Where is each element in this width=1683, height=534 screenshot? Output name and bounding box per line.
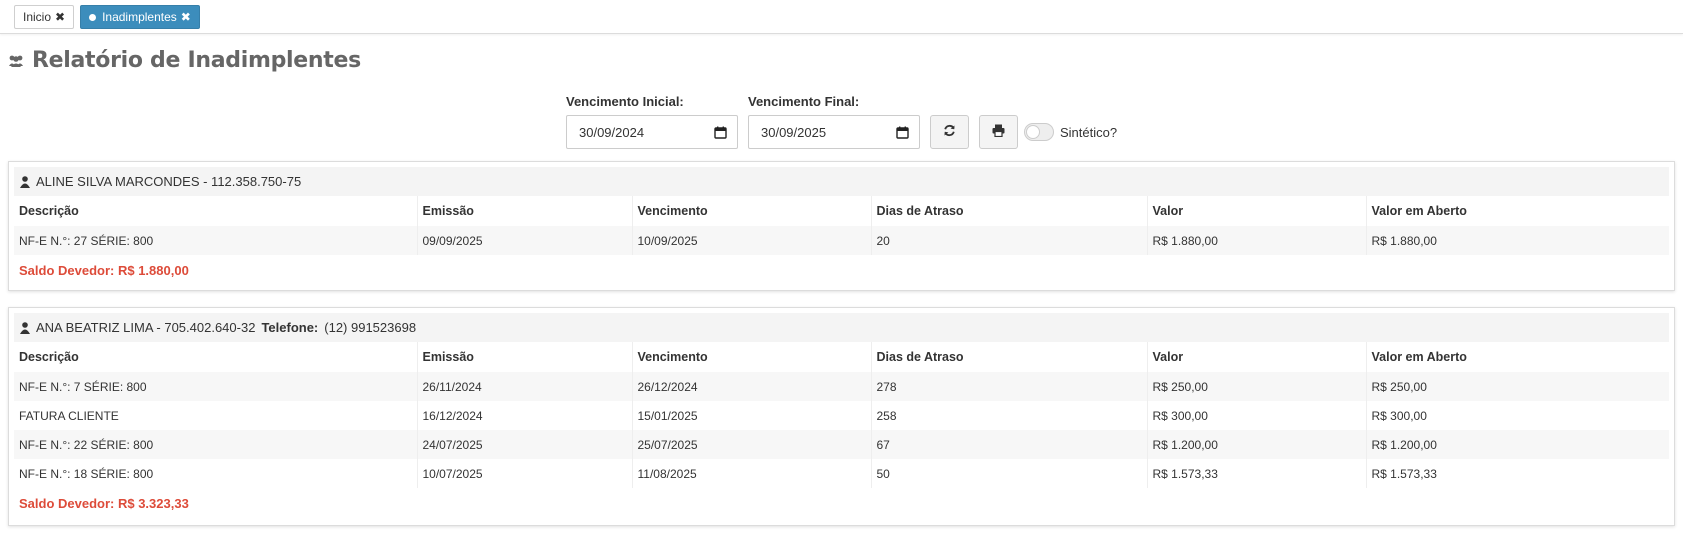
end-date-input[interactable]: 30/09/2025 xyxy=(748,115,920,149)
refresh-icon xyxy=(943,124,956,140)
cell: 26/12/2024 xyxy=(632,372,872,401)
active-dot-icon xyxy=(89,13,97,21)
page-header: Relatório de Inadimplentes xyxy=(8,48,361,73)
refresh-button[interactable] xyxy=(930,115,969,149)
cell: R$ 1.880,00 xyxy=(1147,226,1367,255)
saldo-devedor: Saldo Devedor: R$ 1.880,00 xyxy=(19,263,189,278)
tab-inicio[interactable]: Inicio ✖ xyxy=(14,5,75,29)
client-header: ALINE SILVA MARCONDES - 112.358.750-75 xyxy=(14,167,1669,196)
cell: R$ 1.200,00 xyxy=(1147,430,1367,459)
end-date-group: Vencimento Final: 30/09/2025 xyxy=(748,94,920,149)
table-row: NF-E N.°: 22 SÉRIE: 800 24/07/2025 25/07… xyxy=(14,430,1669,459)
end-date-value: 30/09/2025 xyxy=(761,124,827,140)
cell: R$ 1.880,00 xyxy=(1366,226,1669,255)
toggle-knob xyxy=(1026,125,1040,139)
invoice-table: Descrição Emissão Vencimento Dias de Atr… xyxy=(14,196,1669,255)
cell: NF-E N.°: 18 SÉRIE: 800 xyxy=(14,459,418,488)
tab-label: Inadimplentes xyxy=(102,10,177,24)
cell: 24/07/2025 xyxy=(417,430,633,459)
cell: 10/07/2025 xyxy=(417,459,633,488)
client-card: ANA BEATRIZ LIMA - 705.402.640-32 Telefo… xyxy=(8,307,1675,526)
cell: 278 xyxy=(871,372,1148,401)
cell: R$ 1.573,33 xyxy=(1147,459,1367,488)
table-header-row: Descrição Emissão Vencimento Dias de Atr… xyxy=(14,196,1669,226)
user-icon xyxy=(20,321,30,334)
column-header: Valor em Aberto xyxy=(1371,350,1467,364)
print-button[interactable] xyxy=(979,115,1018,149)
cell: 15/01/2025 xyxy=(632,401,872,430)
table-row: NF-E N.°: 7 SÉRIE: 800 26/11/2024 26/12/… xyxy=(14,372,1669,401)
close-icon[interactable]: ✖ xyxy=(55,10,65,24)
phone-label: Telefone: xyxy=(261,320,319,335)
column-header: Valor xyxy=(1147,196,1367,226)
cell: 16/12/2024 xyxy=(417,401,633,430)
client-name: ANA BEATRIZ LIMA - 705.402.640-32 xyxy=(36,320,256,335)
tab-label: Inicio xyxy=(23,10,52,24)
column-header: Dias de Atraso xyxy=(871,196,1148,226)
client-card: ALINE SILVA MARCONDES - 112.358.750-75 D… xyxy=(8,161,1675,291)
filter-bar: Vencimento Inicial: 30/09/2024 Venciment… xyxy=(566,94,1117,149)
column-header: Valor xyxy=(1147,342,1367,372)
user-icon xyxy=(20,175,30,188)
column-header: Emissão xyxy=(417,342,633,372)
print-icon xyxy=(992,124,1005,140)
cell: NF-E N.°: 27 SÉRIE: 800 xyxy=(14,226,418,255)
column-header: Descrição xyxy=(14,196,418,226)
column-header: Dias de Atraso xyxy=(871,342,1148,372)
cell: 25/07/2025 xyxy=(632,430,872,459)
phone-value: (12) 991523698 xyxy=(324,320,417,335)
cell: 26/11/2024 xyxy=(417,372,633,401)
column-header: Vencimento xyxy=(632,196,872,226)
cell: R$ 1.573,33 xyxy=(1366,459,1669,488)
cell: 50 xyxy=(871,459,1148,488)
synthetic-toggle-group: Sintético? xyxy=(1024,115,1117,149)
page-title: Relatório de Inadimplentes xyxy=(32,48,361,73)
table-header-row: Descrição Emissão Vencimento Dias de Atr… xyxy=(14,342,1669,372)
cell: 11/08/2025 xyxy=(632,459,872,488)
cell: 09/09/2025 xyxy=(417,226,633,255)
cell: R$ 1.200,00 xyxy=(1366,430,1669,459)
cell: R$ 300,00 xyxy=(1366,401,1669,430)
tab-inadimplentes[interactable]: Inadimplentes ✖ xyxy=(80,5,200,29)
cell: 258 xyxy=(871,401,1148,430)
cell: R$ 250,00 xyxy=(1366,372,1669,401)
saldo-devedor: Saldo Devedor: R$ 3.323,33 xyxy=(19,496,189,511)
invoice-table: Descrição Emissão Vencimento Dias de Atr… xyxy=(14,342,1669,488)
tab-bar: Inicio ✖ Inadimplentes ✖ xyxy=(0,0,1683,34)
close-icon[interactable]: ✖ xyxy=(181,10,191,24)
start-date-group: Vencimento Inicial: 30/09/2024 xyxy=(566,94,738,149)
calendar-icon[interactable] xyxy=(714,126,727,139)
cell: R$ 300,00 xyxy=(1147,401,1367,430)
column-header: Valor em Aberto xyxy=(1371,204,1467,218)
synthetic-toggle[interactable] xyxy=(1024,123,1054,141)
synthetic-label: Sintético? xyxy=(1060,124,1118,140)
column-header: Emissão xyxy=(417,196,633,226)
client-header: ANA BEATRIZ LIMA - 705.402.640-32 Telefo… xyxy=(14,313,1669,342)
cell: NF-E N.°: 7 SÉRIE: 800 xyxy=(14,372,418,401)
column-header: Vencimento xyxy=(632,342,872,372)
cell: FATURA CLIENTE xyxy=(14,401,418,430)
table-row: NF-E N.°: 27 SÉRIE: 800 09/09/2025 10/09… xyxy=(14,226,1669,255)
client-name: ALINE SILVA MARCONDES - 112.358.750-75 xyxy=(36,174,302,189)
calendar-icon[interactable] xyxy=(896,126,909,139)
start-date-label: Vencimento Inicial: xyxy=(566,94,684,109)
table-row: NF-E N.°: 18 SÉRIE: 800 10/07/2025 11/08… xyxy=(14,459,1669,488)
table-row: FATURA CLIENTE 16/12/2024 15/01/2025 258… xyxy=(14,401,1669,430)
end-date-label: Vencimento Final: xyxy=(748,94,860,109)
cell: 67 xyxy=(871,430,1148,459)
cell: R$ 250,00 xyxy=(1147,372,1367,401)
users-icon xyxy=(8,54,24,68)
cell: 10/09/2025 xyxy=(632,226,872,255)
start-date-value: 30/09/2024 xyxy=(579,124,645,140)
column-header: Descrição xyxy=(14,342,418,372)
cell: NF-E N.°: 22 SÉRIE: 800 xyxy=(14,430,418,459)
start-date-input[interactable]: 30/09/2024 xyxy=(566,115,738,149)
cell: 20 xyxy=(871,226,1148,255)
